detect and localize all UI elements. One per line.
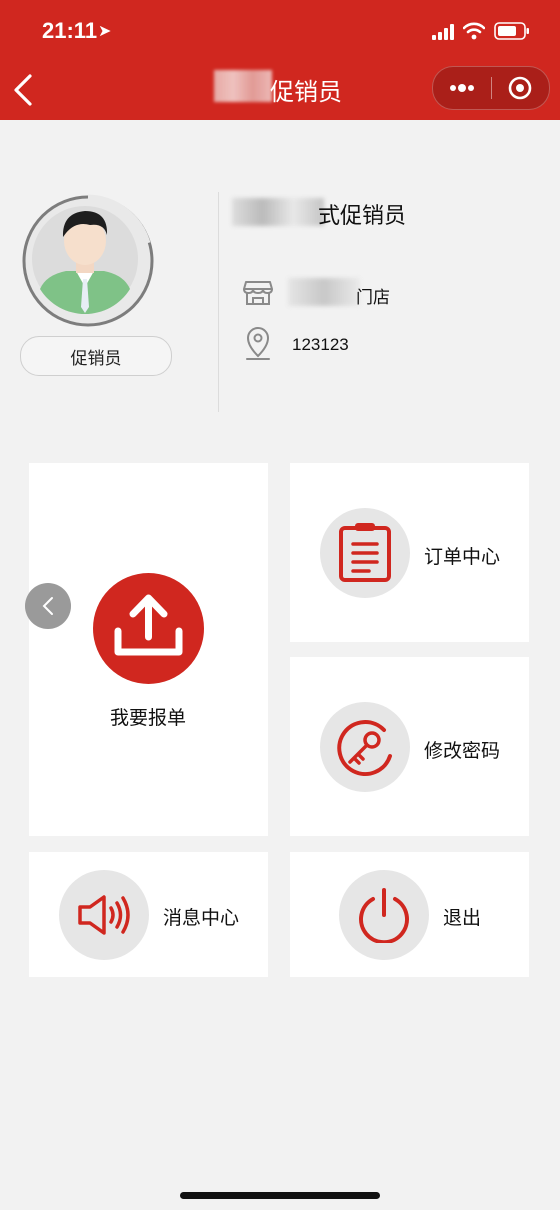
clipboard-icon [339,523,391,582]
battery-icon [494,22,529,40]
location-arrow-icon: ➤ [98,21,112,40]
report-order-label: 我要报单 [110,707,187,729]
vertical-divider [218,192,219,412]
chevron-left-icon [42,597,53,615]
order-center-card[interactable]: 订单中心 [290,463,529,642]
blurred-name [232,198,324,226]
target-close-icon [508,76,532,100]
store-name: 门店 [356,288,390,308]
back-button[interactable] [10,72,38,108]
key-icon [337,720,392,776]
more-dots-icon [450,84,474,92]
power-icon [359,888,409,943]
password-icon-circle [320,702,410,792]
role-badge: 促销员 [20,336,172,376]
speaker-icon [78,895,130,935]
mini-program-capsule [432,66,550,110]
blurred-title-prefix [214,70,272,102]
carousel-prev-button[interactable] [25,583,71,629]
change-password-card[interactable]: 修改密码 [290,657,529,836]
page-title: 促销员 [270,78,342,106]
logout-icon-circle [339,870,429,960]
message-center-card[interactable]: 消息中心 [29,852,268,977]
close-mini-program-button[interactable] [491,67,549,109]
cellular-signal-icon [432,24,454,40]
top-bar: 21:11 ➤ 促销员 [0,0,560,120]
more-button[interactable] [433,67,491,109]
report-order-card[interactable]: 我要报单 [29,463,268,836]
order-icon-circle [320,508,410,598]
blurred-store-name [288,278,360,306]
logout-label: 退出 [443,907,482,929]
message-center-label: 消息中心 [163,907,240,929]
status-time: 21:11 [42,18,98,43]
avatar [22,194,154,327]
location-value: 123123 [292,335,349,354]
wifi-icon [463,22,485,40]
logout-card[interactable]: 退出 [290,852,529,977]
home-indicator [180,1192,380,1199]
store-icon [243,281,273,305]
promoter-name: 式促销员 [318,204,407,229]
location-pin-icon [246,326,270,360]
order-center-label: 订单中心 [424,546,501,568]
upload-icon [93,573,204,684]
message-icon-circle [59,870,149,960]
change-password-label: 修改密码 [424,740,501,762]
